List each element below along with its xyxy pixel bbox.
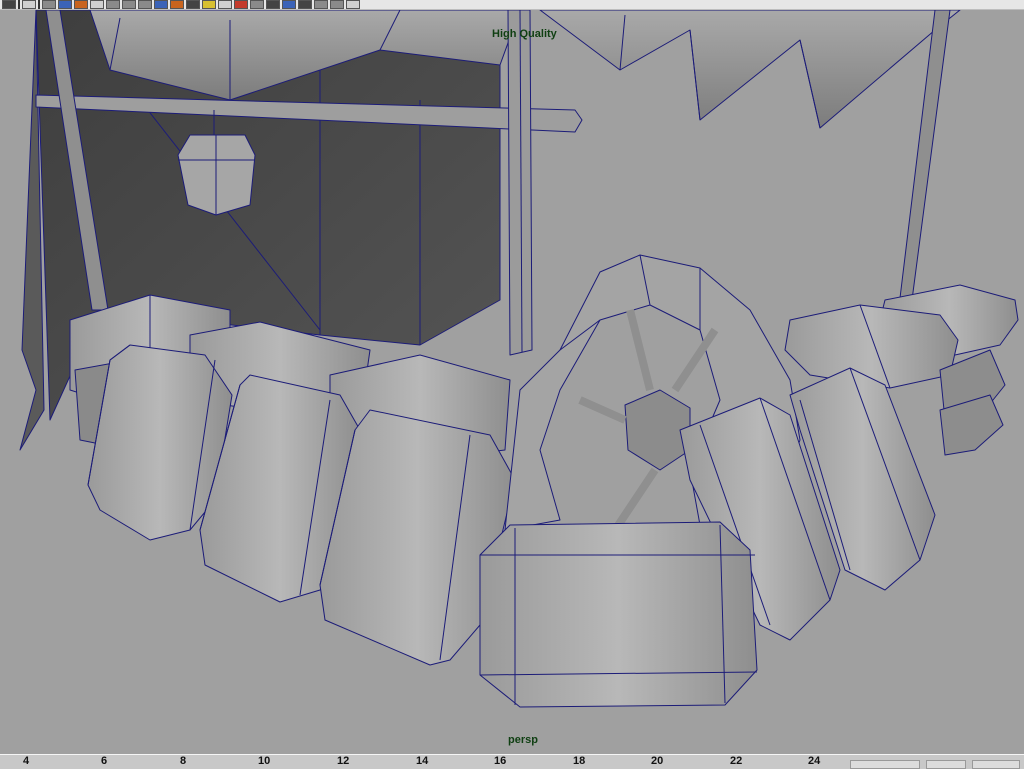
quality-label: High Quality <box>492 28 557 40</box>
viewport-scene <box>19 10 1019 708</box>
separator <box>18 0 20 9</box>
timeline-tick: 24 <box>808 755 821 767</box>
shelf-toolbar <box>0 0 1024 10</box>
grid-icon[interactable] <box>42 0 56 9</box>
ball-icon[interactable] <box>218 0 232 9</box>
sphere-icon[interactable] <box>2 0 16 9</box>
brick-icon[interactable] <box>170 0 184 9</box>
timeline-tick: 12 <box>337 755 350 767</box>
perspective-viewport[interactable]: High Quality persp <box>0 10 1024 754</box>
time-slider[interactable]: 4 6 8 10 12 14 16 18 20 22 24 <box>0 754 1024 769</box>
timeline-tick: 22 <box>730 755 743 767</box>
cube-gray-icon[interactable] <box>266 0 280 9</box>
globe-icon[interactable] <box>138 0 152 9</box>
paint-icon[interactable] <box>58 0 72 9</box>
shader-icon[interactable] <box>186 0 200 9</box>
canopy-right <box>539 10 961 129</box>
filter-icon[interactable] <box>282 0 296 9</box>
render-icon[interactable] <box>74 0 88 9</box>
crate-front <box>479 521 758 708</box>
node-icon[interactable] <box>330 0 344 9</box>
texture-icon[interactable] <box>106 0 120 9</box>
timeline-tick: 20 <box>651 755 664 767</box>
camera-icon[interactable] <box>122 0 136 9</box>
light-icon[interactable] <box>90 0 104 9</box>
fire-icon[interactable] <box>234 0 248 9</box>
swatch-icon[interactable] <box>250 0 264 9</box>
sphere-blue-icon[interactable] <box>154 0 168 9</box>
separator <box>38 0 40 9</box>
timeline-tick: 10 <box>258 755 271 767</box>
cube-icon[interactable] <box>22 0 36 9</box>
back-crate <box>784 304 959 389</box>
connect-icon[interactable] <box>298 0 312 9</box>
timeline-tick: 8 <box>180 755 187 767</box>
timeline-tick: 14 <box>416 755 429 767</box>
timeline-tick: 16 <box>494 755 507 767</box>
timeline-tick: 18 <box>573 755 586 767</box>
wave-icon[interactable] <box>346 0 360 9</box>
diamond-icon[interactable] <box>314 0 328 9</box>
camera-label: persp <box>508 734 538 746</box>
bulb-icon[interactable] <box>202 0 216 9</box>
timeline-tick: 6 <box>101 755 108 767</box>
timeline-tick: 4 <box>23 755 30 767</box>
